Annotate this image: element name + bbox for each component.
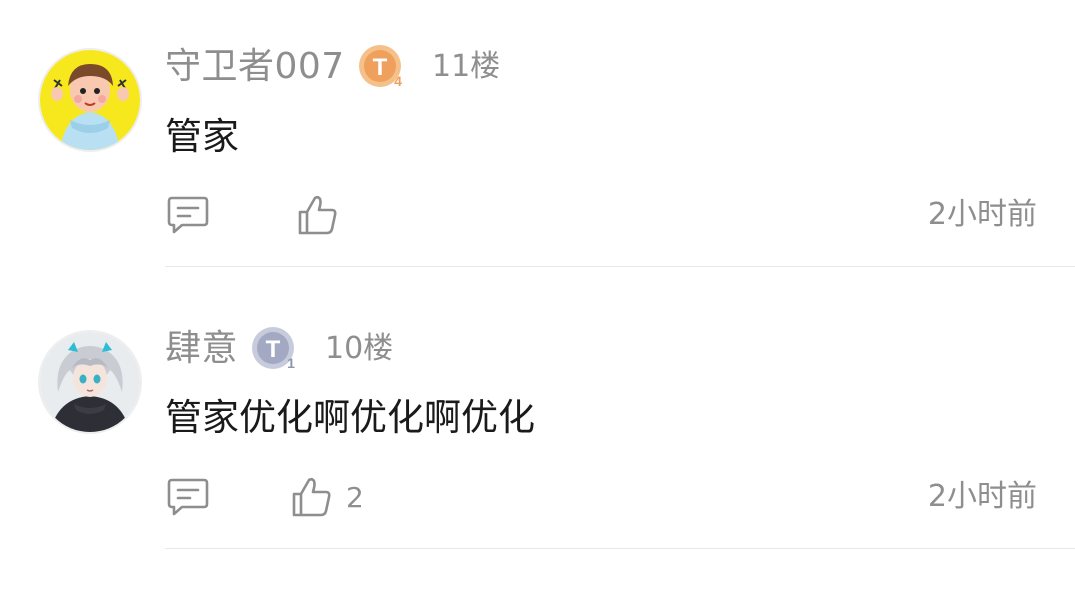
comment-time: 2小时前 [927, 479, 1037, 514]
floor-number: 11楼 [432, 49, 501, 84]
username[interactable]: 肆意 [165, 329, 238, 369]
comment-time: 2小时前 [927, 197, 1037, 232]
divider [165, 266, 1075, 267]
level-badge-icon: T 1 [251, 326, 297, 372]
user-avatar[interactable] [40, 332, 140, 432]
comment-item: 肆意 T 1 10楼 管家优化啊优化啊优化 2 2小时前 [0, 268, 1075, 550]
thumbs-up-icon[interactable] [290, 475, 334, 519]
user-avatar[interactable] [40, 50, 140, 150]
level-badge-letter: T [266, 336, 281, 363]
floor-number: 10楼 [325, 331, 394, 366]
comment-content: 管家 [165, 115, 239, 158]
cartoon-boy-avatar-icon [40, 50, 140, 150]
level-badge-letter: T [373, 54, 388, 81]
like-count: 2 [346, 481, 364, 514]
comment-bubble-icon[interactable] [166, 475, 210, 519]
thumbs-up-icon[interactable] [296, 193, 340, 237]
divider [165, 548, 1075, 549]
anime-girl-avatar-icon [40, 332, 140, 432]
comment-item: 守卫者007 T 4 11楼 管家 2小时前 [0, 0, 1075, 268]
level-badge-number: 1 [287, 355, 295, 371]
comment-content: 管家优化啊优化啊优化 [165, 396, 535, 439]
level-badge-number: 4 [394, 73, 402, 89]
level-badge-icon: T 4 [358, 44, 404, 90]
comment-bubble-icon[interactable] [166, 193, 210, 237]
username[interactable]: 守卫者007 [165, 47, 345, 87]
